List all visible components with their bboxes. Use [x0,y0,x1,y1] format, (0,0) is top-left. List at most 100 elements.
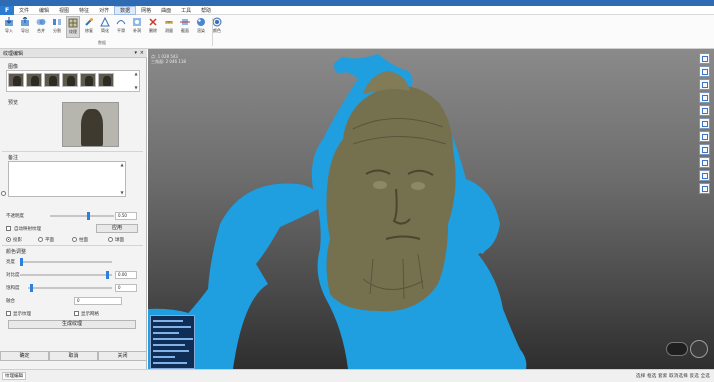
menu-item-data[interactable]: 数据 [114,5,137,15]
menu-item-view[interactable]: 视图 [54,6,74,15]
opacity-value-field[interactable]: 0.50 [115,212,137,220]
panel-title-bar: 纹理编辑 ▾ × [0,49,147,58]
view-tool-button[interactable] [699,144,710,155]
saturation-value-field[interactable]: 0 [115,284,137,292]
show-texture-checkbox[interactable] [6,311,11,316]
auto-map-label: 自动映射纹理 [14,227,41,232]
ribbon-label: 修复 [85,28,93,33]
orientation-gizmo[interactable] [690,340,708,358]
brightness-slider-track[interactable] [20,261,112,263]
apply-button[interactable]: 应用 [96,224,138,233]
generate-texture-button[interactable]: 生成纹理 [8,320,136,329]
close-icon[interactable]: × [140,50,144,56]
menu-item-feature[interactable]: 特征 [74,6,94,15]
planar-radio[interactable] [38,237,43,242]
3d-viewport[interactable]: 点: 1 028 543 三角面: 2 046 118 [148,49,714,369]
simplify-icon [100,17,110,27]
split-icon [53,19,61,25]
legend-line [153,344,185,346]
close-button[interactable]: 关闭 [98,351,147,361]
cancel-button[interactable]: 取消 [49,351,98,361]
legend-line [153,320,183,322]
menu-item-file[interactable]: 文件 [14,6,34,15]
delete-icon [149,18,157,26]
statue-model[interactable] [148,49,714,369]
selection-tools-text[interactable]: 选择 框选 套索 取消选择 反选 全选 [636,373,710,379]
menu-bar: F 文件 编辑 视图 特征 对齐 数据 网格 曲面 工具 帮助 [0,5,714,15]
texture-icon [68,18,78,28]
contrast-slider-handle[interactable] [106,271,109,279]
image-thumb[interactable] [44,73,60,87]
scroll-down-icon[interactable]: ▼ [119,190,125,196]
image-thumb[interactable] [62,73,78,87]
ribbon-button-repair[interactable]: 修复 [82,16,96,38]
spherical-radio[interactable] [108,237,113,242]
legend-line [153,326,191,328]
view-right-icon [701,94,708,101]
contrast-label: 对比度 [6,273,20,278]
view-tool-button[interactable] [699,131,710,142]
projection-radio[interactable] [6,237,11,242]
auto-map-checkbox[interactable] [6,226,11,231]
opacity-slider-track[interactable] [50,215,114,217]
scroll-up-icon[interactable]: ▲ [133,71,139,77]
view-tool-button[interactable] [699,183,710,194]
ribbon-button-render[interactable]: 渲染 [194,16,208,38]
fit-view-icon [701,146,708,153]
image-thumb[interactable] [8,73,24,87]
blend-value-field[interactable]: 0 [74,297,122,305]
zoom-icon [701,185,708,192]
view-iso-icon [701,133,708,140]
merge-icon [36,19,46,25]
view-tool-button[interactable] [699,105,710,116]
view-tool-button[interactable] [699,170,710,181]
render-icon [197,18,205,26]
cylindrical-radio[interactable] [72,237,77,242]
image-thumb[interactable] [26,73,42,87]
ribbon-button-simplify[interactable]: 简化 [98,16,112,38]
show-mesh-checkbox[interactable] [74,311,79,316]
ribbon-button-texture[interactable]: 纹理 [66,16,80,38]
app-menu-button[interactable]: F [0,5,14,15]
face-eye [373,181,387,189]
ribbon-button-fill-holes[interactable]: 补洞 [130,16,144,38]
view-tool-button[interactable] [699,118,710,129]
ribbon-button-section[interactable]: 截面 [178,16,192,38]
image-thumb[interactable] [98,73,114,87]
view-tool-button[interactable] [699,53,710,64]
scroll-down-icon[interactable]: ▼ [133,85,139,91]
view-bottom-icon [701,120,708,127]
ribbon-button-import[interactable]: 导入 [2,16,16,38]
view-tool-button[interactable] [699,66,710,77]
menu-item-help[interactable]: 帮助 [196,6,216,15]
view-tool-button[interactable] [699,157,710,168]
status-bar: 纹理编辑 选择 框选 套索 取消选择 反选 全选 [0,369,714,382]
opacity-slider-handle[interactable] [87,212,90,220]
scroll-up-icon[interactable]: ▲ [119,162,125,168]
view-tool-button[interactable] [699,92,710,103]
navigation-pad[interactable] [666,342,688,356]
menu-item-surface[interactable]: 曲面 [156,6,176,15]
pin-icon[interactable]: ▾ [134,50,137,56]
contrast-slider-track[interactable] [20,274,112,276]
ribbon-button-smooth[interactable]: 平滑 [114,16,128,38]
contrast-value-field[interactable]: 0.00 [115,271,137,279]
view-tool-button[interactable] [699,79,710,90]
saturation-slider-handle[interactable] [30,284,33,292]
side-marker-radio[interactable] [1,191,6,196]
ribbon-button-measure[interactable]: 测量 [162,16,176,38]
ribbon-button-delete[interactable]: 删除 [146,16,160,38]
ribbon-button-export[interactable]: 导出 [18,16,32,38]
ok-button[interactable]: 确定 [0,351,49,361]
menu-item-edit[interactable]: 编辑 [34,6,54,15]
menu-item-mesh[interactable]: 网格 [136,6,156,15]
ribbon-button-merge[interactable]: 合并 [34,16,48,38]
menu-item-align[interactable]: 对齐 [94,6,114,15]
menu-item-tools[interactable]: 工具 [176,6,196,15]
ribbon-button-split[interactable]: 分割 [50,16,64,38]
opacity-slider-row: 不透明度 0.50 [4,212,143,220]
brightness-slider-handle[interactable] [20,258,23,266]
notes-textarea[interactable]: ▲ ▼ [8,161,126,197]
saturation-slider-track[interactable] [28,287,112,289]
image-thumb[interactable] [80,73,96,87]
